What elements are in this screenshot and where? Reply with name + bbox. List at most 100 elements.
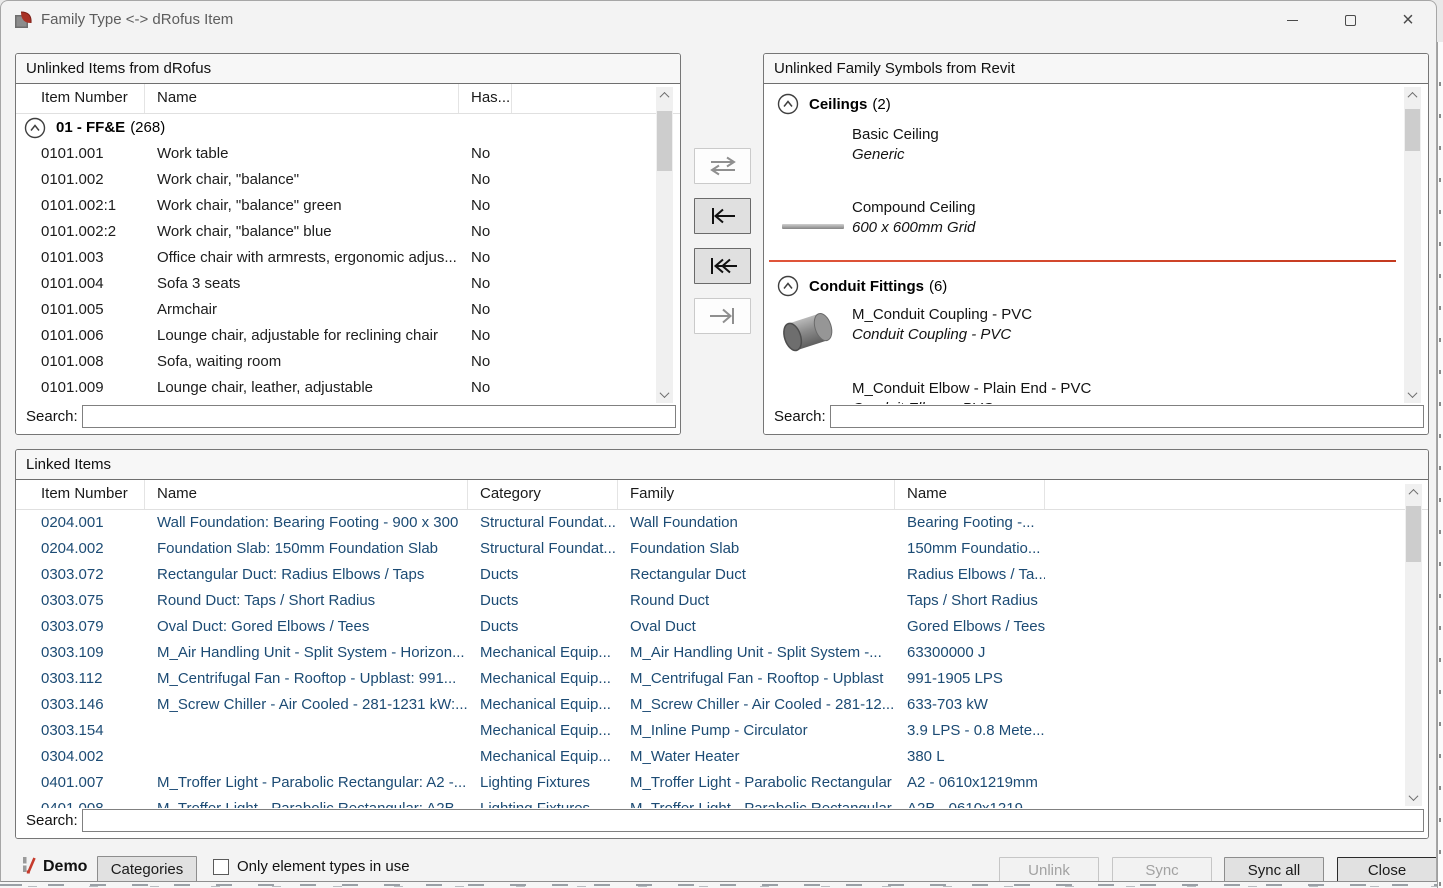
table-row[interactable]: 0101.003Office chair with armrests, ergo… — [16, 245, 680, 271]
cell-type-name: Bearing Footing -... — [895, 510, 1045, 536]
column-header-empty — [512, 84, 680, 113]
revit-item-compound-ceiling[interactable]: Compound Ceiling 600 x 600mm Grid — [764, 199, 1428, 245]
table-row[interactable]: 0401.008M_Troffer Light - Parabolic Rect… — [16, 796, 1428, 808]
table-row[interactable]: 0101.002:2Work chair, "balance" blueNo — [16, 219, 680, 245]
table-row[interactable]: 0304.002Mechanical Equip...M_Water Heate… — [16, 744, 1428, 770]
scrollbar-thumb[interactable] — [1406, 506, 1421, 562]
table-row[interactable]: 0401.007 M_Troffer Light - Parabolic Rect… — [16, 770, 1428, 796]
maximize-button[interactable] — [1327, 3, 1373, 37]
column-header-name[interactable]: Name — [145, 480, 468, 509]
scrollbar[interactable] — [1405, 484, 1422, 806]
table-row[interactable]: 0101.006Lounge chair, adjustable for rec… — [16, 323, 680, 349]
cell-item-number: 0401.008 — [27, 796, 145, 808]
minimize-button[interactable] — [1269, 3, 1315, 37]
collapse-icon[interactable] — [777, 275, 799, 297]
scrollbar[interactable] — [1404, 87, 1421, 403]
column-header-category[interactable]: Category — [468, 480, 618, 509]
table-row[interactable]: 0303.154Mechanical Equip...M_Inline Pump… — [16, 718, 1428, 744]
group-label: 01 - FF&E — [56, 119, 125, 136]
cell-item-number: 0401.007 — [27, 770, 145, 796]
cell-category: Mechanical Equip... — [468, 692, 618, 718]
cell-name: Wall Foundation: Bearing Footing - 900 x… — [145, 510, 468, 536]
table-row[interactable]: 0303.079Oval Duct: Gored Elbows / TeesDu… — [16, 614, 1428, 640]
checkbox-label[interactable]: Only element types in use — [237, 858, 410, 875]
search-label: Search: — [774, 408, 826, 425]
cell-category: Lighting Fixtures — [468, 770, 618, 796]
window-title: Family Type <-> dRofus Item — [41, 11, 233, 28]
linked-rows: 0204.001Wall Foundation: Bearing Footing… — [16, 510, 1428, 808]
move-left-button[interactable] — [694, 198, 751, 234]
table-row[interactable]: 0101.002Work chair, "balance"No — [16, 167, 680, 193]
cell-family: M_Troffer Light - Parabolic Rectangular — [618, 770, 895, 796]
link-items-button — [694, 148, 751, 184]
revit-item-conduit-elbow[interactable]: M_Conduit Elbow - Plain End - PVC Condui… — [764, 380, 1428, 404]
table-row[interactable]: 0303.112M_Centrifugal Fan - Rooftop - Up… — [16, 666, 1428, 692]
column-header-item-number[interactable]: Item Number — [27, 84, 145, 113]
revit-item-basic-ceiling[interactable]: Basic Ceiling Generic — [764, 126, 1428, 172]
scrollbar[interactable] — [656, 87, 673, 403]
table-row[interactable]: 0101.005ArmchairNo — [16, 297, 680, 323]
drofus-logo-icon — [21, 854, 38, 879]
cell-family: M_Centrifugal Fan - Rooftop - Upblast — [618, 666, 895, 692]
table-row[interactable]: 0101.008Sofa, waiting roomNo — [16, 349, 680, 375]
column-header-family[interactable]: Family — [618, 480, 895, 509]
cell-name: Work table — [145, 141, 459, 167]
cell-type-name: 63300000 J — [895, 640, 1045, 666]
column-header-item-number[interactable]: Item Number — [27, 480, 145, 509]
cell-has: No — [459, 297, 512, 323]
cell-name — [145, 718, 468, 744]
scroll-down-icon[interactable] — [1405, 789, 1422, 806]
move-all-left-button[interactable] — [694, 248, 751, 284]
table-row[interactable]: 0303.075Round Duct: Taps / Short RadiusD… — [16, 588, 1428, 614]
table-row[interactable]: 0303.146M_Screw Chiller - Air Cooled - 2… — [16, 692, 1428, 718]
element-types-checkbox[interactable] — [213, 859, 229, 875]
table-row[interactable]: 0204.001Wall Foundation: Bearing Footing… — [16, 510, 1428, 536]
collapse-icon[interactable] — [777, 93, 799, 115]
collapse-icon[interactable] — [24, 117, 46, 139]
table-row[interactable]: 0204.002Foundation Slab: 150mm Foundatio… — [16, 536, 1428, 562]
cell-name: Lounge chair, leather, adjustable — [145, 375, 459, 401]
family-name: M_Conduit Elbow - Plain End - PVC — [852, 380, 1091, 397]
scrollbar-thumb[interactable] — [657, 111, 672, 171]
scroll-down-icon[interactable] — [1404, 386, 1421, 403]
cell-item-number: 0101.002:1 — [27, 193, 145, 219]
scrollbar-thumb[interactable] — [1405, 109, 1420, 151]
cell-family: M_Water Heater — [618, 744, 895, 770]
table-row[interactable]: 0101.004Sofa 3 seatsNo — [16, 271, 680, 297]
column-header-name[interactable]: Name — [145, 84, 459, 113]
linked-search-input[interactable] — [82, 809, 1424, 832]
group-separator — [769, 260, 1396, 262]
revit-search-input[interactable] — [830, 405, 1424, 428]
demo-label: Demo — [43, 858, 87, 876]
scroll-up-icon[interactable] — [1404, 87, 1421, 104]
revit-group-conduit-fittings[interactable]: Conduit Fittings (6) — [764, 274, 947, 298]
table-row[interactable]: 0101.001Work tableNo — [16, 141, 680, 167]
titlebar[interactable]: Family Type <-> dRofus Item × — [1, 1, 1436, 41]
drofus-group-row[interactable]: 01 - FF&E (268) — [16, 114, 680, 141]
move-right-button — [694, 298, 751, 334]
categories-button[interactable]: Categories — [97, 856, 197, 882]
table-row[interactable]: 0303.072Rectangular Duct: Radius Elbows … — [16, 562, 1428, 588]
cell-family: Foundation Slab — [618, 536, 895, 562]
column-header-has[interactable]: Has... — [459, 84, 512, 113]
scroll-down-icon[interactable] — [656, 386, 673, 403]
table-row[interactable]: 0303.109M_Air Handling Unit - Split Syst… — [16, 640, 1428, 666]
sync-all-button[interactable]: Sync all — [1224, 857, 1324, 882]
cell-name: M_Air Handling Unit - Split System - Hor… — [145, 640, 468, 666]
sync-button: Sync — [1112, 857, 1212, 882]
table-row[interactable]: 0101.009Lounge chair, leather, adjustabl… — [16, 375, 680, 401]
unlinked-revit-panel: Unlinked Family Symbols from Revit Ceili… — [763, 53, 1429, 435]
revit-group-ceilings[interactable]: Ceilings (2) — [764, 92, 891, 116]
revit-item-conduit-coupling[interactable]: M_Conduit Coupling - PVC Conduit Couplin… — [764, 306, 1428, 366]
drofus-search-input[interactable] — [82, 405, 676, 428]
close-window-button[interactable]: × — [1385, 3, 1431, 37]
column-header-type-name[interactable]: Name — [895, 480, 1045, 509]
cell-type-name: 633-703 kW — [895, 692, 1045, 718]
close-button[interactable]: Close — [1337, 857, 1437, 882]
table-row[interactable]: 0101.002:1Work chair, "balance" greenNo — [16, 193, 680, 219]
cell-name: M_Screw Chiller - Air Cooled - 281-1231 … — [145, 692, 468, 718]
column-header-empty — [1045, 480, 1428, 509]
cell-has: No — [459, 245, 512, 271]
scroll-up-icon[interactable] — [1405, 484, 1422, 501]
scroll-up-icon[interactable] — [656, 87, 673, 104]
